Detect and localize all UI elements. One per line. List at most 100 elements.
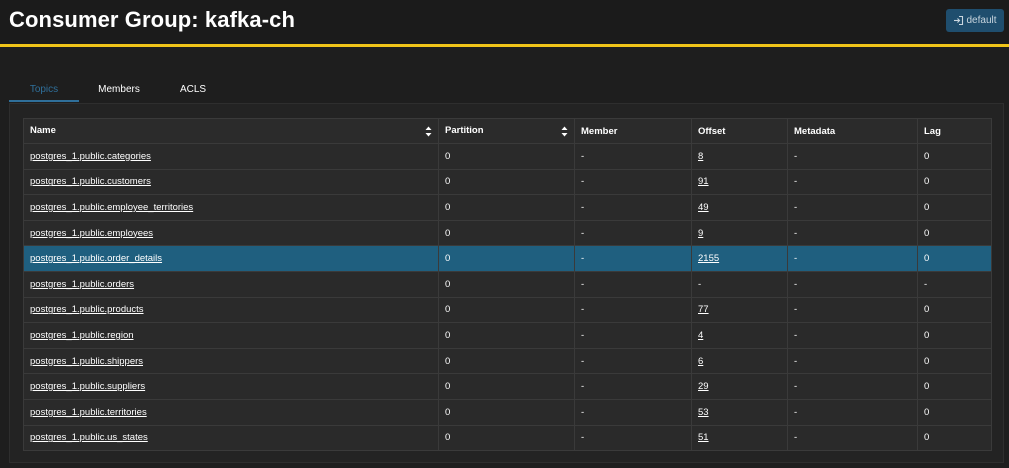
- offset-cell: 9: [691, 219, 788, 247]
- topic-name-link[interactable]: postgres_1.public.employee_territories: [30, 202, 193, 213]
- lag-cell: 0: [917, 398, 992, 426]
- topic-name-link[interactable]: postgres_1.public.orders: [30, 279, 134, 290]
- name-cell: postgres_1.public.orders: [23, 270, 439, 298]
- table-row[interactable]: postgres_1.public.products 0-77-0: [23, 296, 992, 324]
- partition-cell: 0: [438, 168, 575, 196]
- column-header-label: Name: [30, 125, 56, 136]
- table-row[interactable]: postgres_1.public.categories 0-8-0: [23, 143, 992, 170]
- member-cell: -: [574, 245, 692, 272]
- lag-cell: 0: [917, 347, 992, 375]
- metadata-cell: -: [787, 322, 918, 349]
- member-cell: -: [574, 398, 692, 426]
- tab-acls[interactable]: ACLS: [159, 78, 227, 102]
- topic-name-link[interactable]: postgres_1.public.shippers: [30, 356, 143, 367]
- metadata-cell: -: [787, 347, 918, 375]
- name-cell: postgres_1.public.categories: [23, 143, 439, 170]
- offset-cell: 51: [691, 424, 788, 452]
- metadata-cell: -: [787, 373, 918, 400]
- table-row[interactable]: postgres_1.public.order_details 0-2155-0: [23, 245, 992, 272]
- offset-link[interactable]: 8: [698, 151, 703, 162]
- table-row[interactable]: postgres_1.public.region 0-4-0: [23, 322, 992, 349]
- offset-link[interactable]: 29: [698, 381, 709, 392]
- offset-link[interactable]: 4: [698, 330, 703, 341]
- partition-cell: 0: [438, 219, 575, 247]
- lag-cell: 0: [917, 194, 992, 221]
- table-row[interactable]: postgres_1.public.employee_territories 0-…: [23, 194, 992, 221]
- offset-link[interactable]: 49: [698, 202, 709, 213]
- offset-cell: 49: [691, 194, 788, 221]
- topic-name-link[interactable]: postgres_1.public.products: [30, 304, 144, 315]
- metadata-cell: -: [787, 424, 918, 452]
- metadata-cell: -: [787, 194, 918, 221]
- login-icon: [953, 15, 964, 26]
- offset-link[interactable]: 91: [698, 176, 709, 187]
- topic-name-link[interactable]: postgres_1.public.suppliers: [30, 381, 145, 392]
- table-row[interactable]: postgres_1.public.customers 0-91-0: [23, 168, 992, 196]
- lag-cell: 0: [917, 168, 992, 196]
- page-header: Consumer Group: kafka-ch default: [0, 0, 1009, 47]
- offset-link[interactable]: 51: [698, 432, 709, 443]
- lag-cell: 0: [917, 322, 992, 349]
- column-header-lag: Lag: [917, 118, 992, 144]
- offset-link[interactable]: 2155: [698, 253, 719, 264]
- partition-cell: 0: [438, 373, 575, 400]
- offset-cell: 29: [691, 373, 788, 400]
- tab-topics[interactable]: Topics: [9, 78, 79, 102]
- table-row[interactable]: postgres_1.public.orders 0- - - -: [23, 270, 992, 298]
- column-header-name[interactable]: Name: [23, 118, 439, 144]
- offset-cell: 77: [691, 296, 788, 324]
- lag-cell: 0: [917, 424, 992, 452]
- offset-cell: 2155: [691, 245, 788, 272]
- topic-name-link[interactable]: postgres_1.public.customers: [30, 176, 151, 187]
- name-cell: postgres_1.public.region: [23, 322, 439, 349]
- sort-icon[interactable]: [561, 126, 568, 137]
- lag-cell: 0: [917, 373, 992, 400]
- login-button[interactable]: default: [946, 9, 1004, 32]
- name-cell: postgres_1.public.shippers: [23, 347, 439, 375]
- offset-cell: 6: [691, 347, 788, 375]
- topic-name-link[interactable]: postgres_1.public.region: [30, 330, 134, 341]
- topic-name-link[interactable]: postgres_1.public.categories: [30, 151, 151, 162]
- offset-link[interactable]: 9: [698, 228, 703, 239]
- name-cell: postgres_1.public.territories: [23, 398, 439, 426]
- offset-link[interactable]: 53: [698, 407, 709, 418]
- name-cell: postgres_1.public.employee_territories: [23, 194, 439, 221]
- member-cell: -: [574, 219, 692, 247]
- member-cell: -: [574, 143, 692, 170]
- topic-name-link[interactable]: postgres_1.public.employees: [30, 228, 153, 239]
- member-cell: -: [574, 322, 692, 349]
- offset-link[interactable]: 77: [698, 304, 709, 315]
- column-header-metadata: Metadata: [787, 118, 918, 144]
- partition-cell: 0: [438, 322, 575, 349]
- tab-members[interactable]: Members: [79, 78, 159, 102]
- name-cell: postgres_1.public.products: [23, 296, 439, 324]
- table-header-row: Name Partition Member Offset Metadata La…: [23, 118, 992, 144]
- partition-cell: 0: [438, 424, 575, 452]
- tab-bar: Topics Members ACLS: [9, 78, 227, 104]
- offset-cell: 4: [691, 322, 788, 349]
- table-row[interactable]: postgres_1.public.us_states 0-51-0: [23, 424, 992, 452]
- name-cell: postgres_1.public.customers: [23, 168, 439, 196]
- offset-link[interactable]: 6: [698, 356, 703, 367]
- login-button-label: default: [966, 15, 997, 26]
- topic-name-link[interactable]: postgres_1.public.territories: [30, 407, 147, 418]
- column-header-partition[interactable]: Partition: [438, 118, 575, 144]
- topic-name-link[interactable]: postgres_1.public.order_details: [30, 253, 162, 264]
- metadata-cell: -: [787, 143, 918, 170]
- metadata-cell: -: [787, 245, 918, 272]
- table-row[interactable]: postgres_1.public.suppliers 0-29-0: [23, 373, 992, 400]
- column-header-label: Partition: [445, 125, 484, 136]
- metadata-cell: -: [787, 296, 918, 324]
- sort-icon[interactable]: [425, 126, 432, 137]
- column-header-member: Member: [574, 118, 692, 144]
- member-cell: -: [574, 347, 692, 375]
- lag-cell: 0: [917, 143, 992, 170]
- table-row[interactable]: postgres_1.public.employees 0-9-0: [23, 219, 992, 247]
- name-cell: postgres_1.public.suppliers: [23, 373, 439, 400]
- name-cell: postgres_1.public.order_details: [23, 245, 439, 272]
- member-cell: -: [574, 270, 692, 298]
- lag-cell: 0: [917, 219, 992, 247]
- topic-name-link[interactable]: postgres_1.public.us_states: [30, 432, 148, 443]
- table-row[interactable]: postgres_1.public.territories 0-53-0: [23, 398, 992, 426]
- table-row[interactable]: postgres_1.public.shippers 0-6-0: [23, 347, 992, 375]
